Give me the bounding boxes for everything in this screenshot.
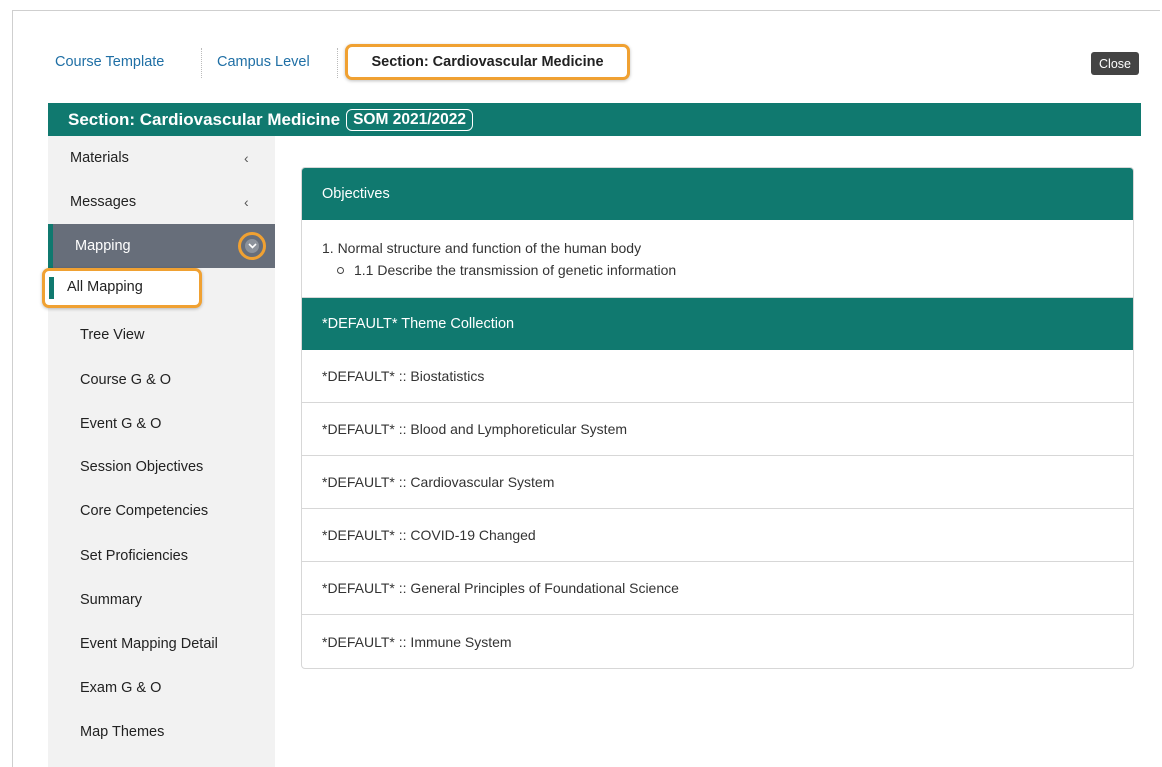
chevron-down-icon [245, 239, 259, 253]
tab-divider [337, 48, 338, 78]
theme-label: *DEFAULT* :: Blood and Lymphoreticular S… [322, 421, 628, 437]
theme-row: *DEFAULT* :: General Principles of Found… [302, 562, 1133, 615]
sidebar-item-materials[interactable]: Materials ‹ [48, 136, 275, 180]
sidebar-subitem-tree-view[interactable]: Tree View [80, 327, 144, 343]
mapping-card: Objectives 1. Normal structure and funct… [301, 167, 1134, 669]
chevron-left-icon: ‹ [244, 194, 249, 210]
theme-row: *DEFAULT* :: Blood and Lymphoreticular S… [302, 403, 1133, 456]
collapse-toggle[interactable] [238, 232, 266, 260]
theme-collection-header: *DEFAULT* Theme Collection [302, 298, 1133, 350]
sidebar-subitem-session-objectives[interactable]: Session Objectives [80, 459, 203, 475]
sidebar-item-label: Materials [70, 150, 129, 166]
circle-bullet-icon [337, 266, 344, 274]
theme-label: *DEFAULT* :: COVID-19 Changed [322, 527, 536, 543]
year-badge: SOM 2021/2022 [346, 108, 473, 131]
section-banner: Section: Cardiovascular Medicine SOM 202… [48, 103, 1141, 136]
objective-subitem-label: 1.1 Describe the transmission of genetic… [354, 262, 677, 278]
sidebar-subitem-exam-g-o[interactable]: Exam G & O [80, 680, 161, 696]
sidebar-item-messages[interactable]: Messages ‹ [48, 180, 275, 224]
sidebar-item-label: Messages [70, 194, 137, 210]
tab-section-active[interactable]: Section: Cardiovascular Medicine [345, 44, 630, 80]
tab-section-label: Section: Cardiovascular Medicine [371, 54, 604, 70]
top-tab-bar: Course Template Campus Level Section: Ca… [0, 0, 1162, 100]
sidebar-subitem-label: All Mapping [67, 279, 143, 295]
objectives-header: Objectives [302, 168, 1133, 220]
sidebar-subitem-event-mapping-detail[interactable]: Event Mapping Detail [80, 636, 218, 652]
side-navigation: Materials ‹ Messages ‹ Mapping All Mappi… [42, 136, 275, 767]
theme-label: *DEFAULT* :: Cardiovascular System [322, 474, 555, 490]
sidebar-subitem-all-mapping[interactable]: All Mapping [42, 268, 202, 308]
theme-label: *DEFAULT* :: General Principles of Found… [322, 580, 679, 596]
tab-campus-level[interactable]: Campus Level [217, 54, 310, 70]
objective-subitem: 1.1 Describe the transmission of genetic… [337, 262, 676, 278]
sidebar-subitem-core-competencies[interactable]: Core Competencies [80, 503, 208, 519]
sidebar-subitem-map-themes[interactable]: Map Themes [80, 724, 164, 740]
sidebar-subitem-event-g-o[interactable]: Event G & O [80, 416, 161, 432]
theme-row: *DEFAULT* :: Biostatistics [302, 350, 1133, 403]
theme-row: *DEFAULT* :: COVID-19 Changed [302, 509, 1133, 562]
theme-label: *DEFAULT* :: Immune System [322, 633, 512, 650]
sidebar-subitem-course-g-o[interactable]: Course G & O [80, 372, 171, 388]
objectives-list: 1. Normal structure and function of the … [302, 220, 1133, 298]
theme-row: *DEFAULT* :: Cardiovascular System [302, 456, 1133, 509]
objectives-header-label: Objectives [322, 186, 390, 202]
theme-row: *DEFAULT* :: Immune System [302, 615, 1133, 668]
theme-label: *DEFAULT* :: Biostatistics [322, 368, 485, 384]
sidebar-subitem-set-proficiencies[interactable]: Set Proficiencies [80, 548, 188, 564]
sidebar-subitem-summary[interactable]: Summary [80, 592, 142, 608]
chevron-left-icon: ‹ [244, 150, 249, 166]
active-indicator [49, 277, 54, 299]
tab-course-template[interactable]: Course Template [55, 54, 164, 70]
close-button[interactable]: Close [1091, 52, 1139, 75]
sidebar-item-label: Mapping [75, 238, 131, 254]
tab-divider [201, 48, 202, 78]
sidebar-item-mapping[interactable]: Mapping [48, 224, 275, 268]
section-title: Section: Cardiovascular Medicine [68, 109, 341, 129]
theme-collection-label: *DEFAULT* Theme Collection [322, 316, 515, 332]
objective-item: 1. Normal structure and function of the … [322, 240, 642, 256]
